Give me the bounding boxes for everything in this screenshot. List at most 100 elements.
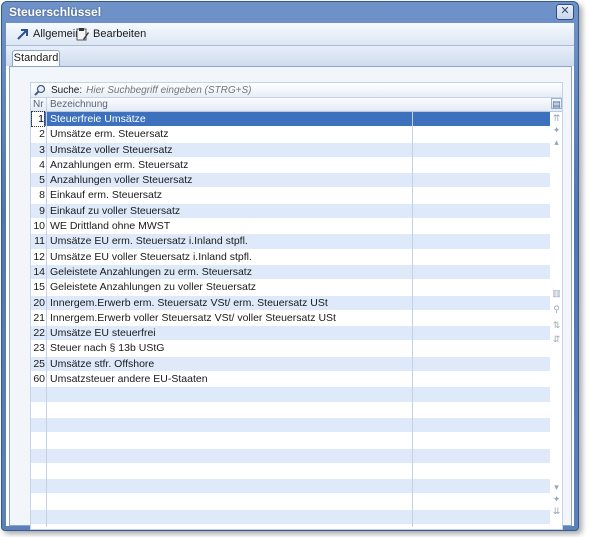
sort-button[interactable]: ⇅ [551, 320, 562, 331]
table-row[interactable]: 2 Umsätze erm. Steuersatz [31, 127, 550, 143]
row-bezeichnung: Umsätze voller Steuersatz [50, 143, 173, 156]
row-nr: 10 [33, 220, 45, 233]
scroll-bottom-button[interactable]: ⇊ [551, 506, 562, 517]
find-button[interactable]: ⚲ [551, 304, 562, 315]
tab-standard[interactable]: Standard [12, 50, 60, 67]
column-width-button[interactable]: ▥ [551, 288, 562, 299]
table-row[interactable]: 8 Einkauf erm. Steuersatz [31, 188, 550, 204]
column-header-nr[interactable]: Nr [33, 99, 45, 110]
page-down-button[interactable]: ✦ [551, 494, 562, 505]
columns-icon: ▤ [552, 99, 561, 109]
row-nr: 8 [39, 189, 45, 202]
row-nr: 15 [33, 281, 45, 294]
table-row[interactable]: 3 Umsätze voller Steuersatz [31, 142, 550, 158]
sort-icon: ⇅ [552, 320, 561, 330]
row-nr: 3 [39, 143, 45, 156]
table-row[interactable]: 20 Innergem.Erwerb erm. Steuersatz VSt/ e… [31, 295, 550, 311]
close-icon: ✕ [560, 5, 570, 17]
row-bezeichnung: Umsätze EU steuerfrei [50, 327, 156, 340]
steuerschluessel-window: Steuerschlüssel ✕ Allgemein Bearbeiten S… [1, 1, 579, 531]
row-bezeichnung: Steuerfreie Umsätze [50, 113, 146, 125]
search-bar: Suche: [31, 83, 562, 98]
column-width-icon: ▥ [552, 288, 561, 298]
row-nr: 12 [33, 250, 45, 263]
empty-row [31, 509, 550, 526]
up-arrow-icon: ✦ [552, 125, 561, 135]
row-bezeichnung: WE Drittland ohne MWST [50, 220, 171, 233]
table-row[interactable]: 15 Geleistete Anzahlungen zu voller Steue… [31, 280, 550, 296]
row-nr: 22 [33, 327, 45, 340]
empty-row [31, 479, 550, 495]
column-line-nr [46, 112, 47, 527]
row-bezeichnung: Umsatzsteuer andere EU-Staaten [50, 373, 208, 386]
allgemein-button[interactable]: Allgemein [16, 26, 81, 42]
table-row[interactable]: 9 Einkauf zu voller Steuersatz [31, 203, 550, 220]
tab-panel: Suche: Nr Bezeichnung 1 Steuerfreie Umsät… [9, 66, 572, 530]
row-bezeichnung: Steuer nach § 13b UStG [50, 342, 165, 355]
table-row[interactable]: 23 Steuer nach § 13b UStG [31, 341, 550, 357]
row-nr: 60 [33, 373, 45, 386]
bearbeiten-button[interactable]: Bearbeiten [76, 26, 146, 42]
double-up-arrow-icon: ⇈ [552, 113, 561, 123]
row-bezeichnung: Einkauf zu voller Steuersatz [50, 204, 181, 217]
grid-side-toolbar: ▤ ⇈ ✦ ▴ ▥ ⚲ ⇅ ⇵ ▾ ✦ ⇊ [551, 98, 562, 528]
row-bezeichnung: Umsätze erm. Steuersatz [50, 128, 169, 141]
search-icon [34, 84, 46, 96]
row-bezeichnung: Anzahlungen voller Steuersatz [50, 174, 193, 187]
page-up-button[interactable]: ✦ [551, 125, 562, 136]
row-bezeichnung: Geleistete Anzahlungen zu voller Steuers… [50, 281, 257, 294]
table-row[interactable]: 22 Umsätze EU steuerfrei [31, 326, 550, 342]
row-nr: 23 [33, 342, 45, 355]
row-nr: 9 [39, 204, 45, 217]
table-row[interactable]: 14 Geleistete Anzahlungen zu erm. Steuers… [31, 264, 550, 281]
empty-row [31, 494, 550, 510]
search-input[interactable] [86, 84, 447, 96]
filter-button[interactable]: ⇵ [551, 334, 562, 345]
table-row[interactable]: 11 Umsätze EU erm. Steuersatz i.Inland st… [31, 234, 550, 250]
table-row[interactable]: 10 WE Drittland ohne MWST [31, 219, 550, 235]
allgemein-label: Allgemein [33, 28, 82, 40]
down-small-arrow-icon: ▾ [554, 482, 559, 492]
grid-header: Nr Bezeichnung [31, 98, 562, 112]
column-chooser-button[interactable]: ▤ [551, 98, 562, 109]
row-bezeichnung: Anzahlungen erm. Steuersatz [50, 158, 189, 171]
filter-icon: ⇵ [552, 334, 561, 344]
row-bezeichnung: Einkauf erm. Steuersatz [50, 189, 163, 202]
down-arrow-icon: ✦ [552, 494, 561, 504]
row-nr: 20 [33, 296, 45, 309]
scroll-up-button[interactable]: ▴ [551, 137, 562, 148]
row-nr: 25 [33, 357, 45, 370]
row-nr: 1 [31, 111, 45, 127]
empty-row [31, 433, 550, 449]
table-row[interactable]: 1 Steuerfreie Umsätze [31, 111, 550, 128]
scroll-top-button[interactable]: ⇈ [551, 113, 562, 124]
close-button[interactable]: ✕ [556, 4, 574, 20]
row-nr: 4 [39, 158, 45, 171]
row-bezeichnung: Umsätze stfr. Offshore [50, 357, 155, 370]
empty-row [31, 464, 550, 480]
column-divider[interactable] [46, 98, 47, 111]
column-line-bezeichnung [412, 112, 413, 527]
data-grid: Suche: Nr Bezeichnung 1 Steuerfreie Umsät… [30, 82, 563, 530]
magnifier-icon: ⚲ [553, 304, 560, 314]
table-row[interactable]: 4 Anzahlungen erm. Steuersatz [31, 158, 550, 174]
table-row[interactable]: 25 Umsätze stfr. Offshore [31, 356, 550, 373]
client-area: Allgemein Bearbeiten Standard Suche: Hie… [6, 23, 574, 530]
bearbeiten-label: Bearbeiten [93, 28, 147, 40]
empty-row [31, 387, 550, 403]
window-title: Steuerschlüssel [9, 5, 102, 19]
row-bezeichnung: Geleistete Anzahlungen zu erm. Steuersat… [50, 265, 252, 278]
clipboard-edit-icon [76, 28, 89, 41]
scroll-down-button[interactable]: ▾ [551, 482, 562, 493]
table-row[interactable]: 60 Umsatzsteuer andere EU-Staaten [31, 372, 550, 388]
table-row[interactable]: 12 Umsätze EU voller Steuersatz i.Inland … [31, 250, 550, 265]
table-row[interactable]: 21 Innergem.Erwerb voller Steuersatz VSt/… [31, 311, 550, 327]
arrow-up-right-icon [17, 29, 28, 40]
table-row[interactable]: 5 Anzahlungen voller Steuersatz [31, 173, 550, 189]
row-nr: 21 [33, 311, 45, 324]
column-header-bezeichnung[interactable]: Bezeichnung [50, 99, 108, 110]
empty-row [31, 448, 550, 464]
title-bar[interactable]: Steuerschlüssel ✕ [2, 2, 578, 22]
row-bezeichnung: Innergem.Erwerb voller Steuersatz VSt/ v… [50, 311, 336, 324]
row-bezeichnung: Innergem.Erwerb erm. Steuersatz VSt/ erm… [50, 296, 328, 309]
